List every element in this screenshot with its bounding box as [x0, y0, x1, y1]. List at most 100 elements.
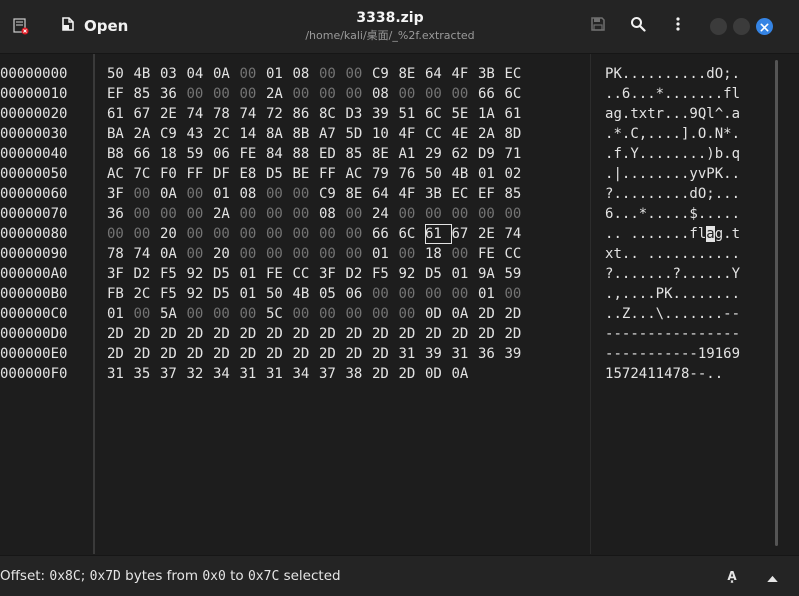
- hex-byte[interactable]: 2C: [134, 284, 161, 304]
- ascii-row[interactable]: 1572411478--..: [605, 364, 740, 384]
- hex-byte[interactable]: 2D: [372, 344, 399, 364]
- hex-byte[interactable]: 2C: [213, 124, 240, 144]
- ascii-column[interactable]: PK..........dO;. ..6...*.......fl ag.txtr.…: [605, 64, 740, 384]
- hex-byte[interactable]: F5: [160, 264, 187, 284]
- ascii-row[interactable]: xt.. ...........: [605, 244, 740, 264]
- hex-byte[interactable]: 00: [425, 204, 452, 224]
- hex-byte[interactable]: 66: [372, 224, 399, 244]
- hex-byte[interactable]: 3F: [107, 264, 134, 284]
- hex-byte[interactable]: 31: [399, 344, 426, 364]
- hex-byte[interactable]: 31: [107, 364, 134, 384]
- hex-byte[interactable]: 64: [425, 64, 452, 84]
- hex-row[interactable]: FB 2C F5 92 D5 01 50 4B 05 06 00 00 00 00 01 00: [107, 284, 531, 304]
- ascii-row[interactable]: ?.......?......Y: [605, 264, 740, 284]
- hex-byte[interactable]: 36: [160, 84, 187, 104]
- hex-byte[interactable]: 00: [266, 184, 293, 204]
- hex-byte[interactable]: 00: [187, 224, 214, 244]
- hex-byte[interactable]: 00: [372, 304, 399, 324]
- ascii-row[interactable]: ..6...*.......fl: [605, 84, 740, 104]
- hex-byte[interactable]: 00: [452, 284, 479, 304]
- hex-byte[interactable]: CC: [425, 124, 452, 144]
- hex-byte[interactable]: 20: [160, 224, 187, 244]
- hex-row[interactable]: 3F 00 0A 00 01 08 00 00 C9 8E 64 4F 3B EC EF 85: [107, 184, 531, 204]
- hex-byte[interactable]: 62: [452, 144, 479, 164]
- hex-byte[interactable]: 76: [399, 164, 426, 184]
- ascii-row[interactable]: ..Z...\.......--: [605, 304, 740, 324]
- hex-byte[interactable]: 74: [505, 224, 532, 244]
- hex-byte[interactable]: 86: [293, 104, 320, 124]
- hex-row[interactable]: 01 00 5A 00 00 00 5C 00 00 00 00 00 0D 0A 2D 2D: [107, 304, 531, 324]
- hex-byte[interactable]: 6C: [505, 84, 532, 104]
- hex-byte[interactable]: 4F: [399, 184, 426, 204]
- hex-byte[interactable]: C9: [160, 124, 187, 144]
- hex-byte[interactable]: 43: [187, 124, 214, 144]
- hex-byte[interactable]: F5: [160, 284, 187, 304]
- hex-byte[interactable]: 2D: [240, 344, 267, 364]
- hex-byte[interactable]: 01: [372, 244, 399, 264]
- hex-byte[interactable]: F0: [160, 164, 187, 184]
- hex-byte[interactable]: 24: [372, 204, 399, 224]
- hex-byte[interactable]: 01: [452, 264, 479, 284]
- hex-byte[interactable]: 01: [213, 184, 240, 204]
- hex-byte[interactable]: 2E: [478, 224, 505, 244]
- hex-byte[interactable]: F5: [372, 264, 399, 284]
- hex-byte[interactable]: 34: [213, 364, 240, 384]
- hex-byte[interactable]: 3F: [319, 264, 346, 284]
- hex-byte[interactable]: 00: [187, 84, 214, 104]
- hex-byte[interactable]: 00: [372, 284, 399, 304]
- hex-byte[interactable]: 00: [187, 244, 214, 264]
- hex-column[interactable]: 50 4B 03 04 0A 00 01 08 00 00 C9 8E 64 4F 3B EC EF 85 36 00…: [107, 64, 531, 384]
- hex-byte[interactable]: D5: [425, 264, 452, 284]
- hex-byte[interactable]: A7: [319, 124, 346, 144]
- hex-byte[interactable]: 37: [160, 364, 187, 384]
- hex-byte[interactable]: 71: [505, 144, 532, 164]
- hex-byte[interactable]: 00: [399, 84, 426, 104]
- hex-byte[interactable]: 00: [293, 304, 320, 324]
- hex-byte[interactable]: 36: [478, 344, 505, 364]
- hex-byte[interactable]: 4F: [452, 64, 479, 84]
- hex-byte[interactable]: 39: [505, 344, 532, 364]
- hex-byte[interactable]: 00: [319, 224, 346, 244]
- hex-byte[interactable]: 39: [372, 104, 399, 124]
- hex-byte[interactable]: 00: [266, 224, 293, 244]
- hex-byte[interactable]: 2A: [134, 124, 161, 144]
- hex-byte[interactable]: 00: [346, 244, 373, 264]
- hex-byte[interactable]: 00: [399, 204, 426, 224]
- hex-byte[interactable]: 00: [293, 184, 320, 204]
- hex-byte[interactable]: 00: [293, 244, 320, 264]
- hex-byte[interactable]: 29: [425, 144, 452, 164]
- hex-byte[interactable]: 64: [372, 184, 399, 204]
- hex-byte[interactable]: 2D: [319, 324, 346, 344]
- hex-byte[interactable]: 00: [425, 284, 452, 304]
- hex-byte[interactable]: 00: [240, 304, 267, 324]
- hex-byte[interactable]: 31: [452, 344, 479, 364]
- hex-byte[interactable]: 00: [240, 224, 267, 244]
- hex-byte[interactable]: E8: [240, 164, 267, 184]
- hex-row[interactable]: 00 00 20 00 00 00 00 00 00 00 66 6C 61 67 2E 74: [107, 224, 531, 244]
- hex-byte[interactable]: 00: [452, 204, 479, 224]
- hex-byte[interactable]: 18: [425, 244, 452, 264]
- hex-byte[interactable]: 39: [425, 344, 452, 364]
- hex-byte[interactable]: 84: [266, 144, 293, 164]
- hex-byte[interactable]: 00: [187, 184, 214, 204]
- hex-byte[interactable]: 01: [478, 284, 505, 304]
- hex-byte[interactable]: 2D: [319, 344, 346, 364]
- ascii-row[interactable]: -----------19169: [605, 344, 740, 364]
- hex-byte[interactable]: D9: [478, 144, 505, 164]
- hex-byte[interactable]: 6C: [399, 224, 426, 244]
- hex-byte[interactable]: 61: [107, 104, 134, 124]
- hex-byte[interactable]: 3B: [425, 184, 452, 204]
- close-button[interactable]: [756, 18, 773, 35]
- hex-byte[interactable]: 2D: [505, 304, 532, 324]
- ascii-row[interactable]: ag.txtr...9Ql^.a: [605, 104, 740, 124]
- hex-byte[interactable]: BE: [293, 164, 320, 184]
- hex-byte[interactable]: 0A: [160, 244, 187, 264]
- hex-byte[interactable]: 00: [134, 304, 161, 324]
- hex-byte[interactable]: 2D: [293, 344, 320, 364]
- ascii-row[interactable]: PK..........dO;.: [605, 64, 740, 84]
- hex-byte[interactable]: 10: [372, 124, 399, 144]
- hex-byte[interactable]: 00: [319, 64, 346, 84]
- hex-byte[interactable]: 66: [478, 84, 505, 104]
- hex-byte[interactable]: 38: [346, 364, 373, 384]
- hex-byte[interactable]: 34: [293, 364, 320, 384]
